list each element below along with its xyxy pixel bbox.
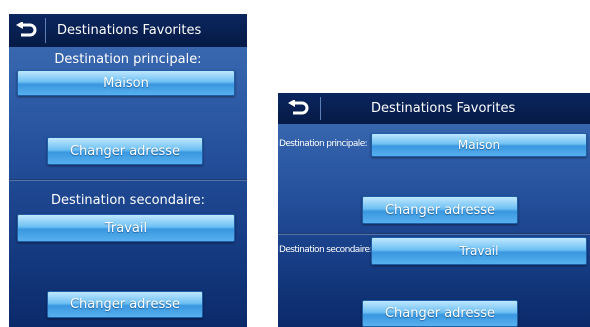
primary-destination-label: Destination principale: (279, 139, 368, 149)
primary-destination-button[interactable]: Maison (17, 70, 235, 96)
section-divider (9, 179, 247, 181)
primary-destination-button[interactable]: Maison (371, 133, 587, 157)
title-bar: Destinations Favorites (278, 93, 590, 124)
back-button[interactable] (13, 14, 39, 47)
change-address-button-1[interactable]: Changer adresse (47, 137, 203, 165)
title-bar: Destinations Favorites (9, 14, 247, 47)
title-separator (320, 97, 321, 120)
primary-destination-label: Destination principale: (54, 52, 202, 67)
back-arrow-icon (16, 21, 37, 36)
secondary-destination-label: Destination secondaire: (279, 245, 373, 255)
page-title: Destinations Favorites (371, 101, 516, 116)
right-screen: Destinations Favorites Destination princ… (278, 93, 590, 327)
secondary-destination-button[interactable]: Travail (17, 214, 235, 242)
back-button[interactable] (284, 93, 312, 124)
page-title: Destinations Favorites (57, 23, 202, 38)
back-arrow-icon (288, 99, 309, 114)
secondary-destination-label: Destination secondaire: (50, 193, 206, 208)
change-address-button-2[interactable]: Changer adresse (47, 291, 203, 318)
title-separator (45, 18, 46, 43)
section-divider (278, 233, 590, 235)
secondary-destination-button[interactable]: Travail (371, 237, 587, 265)
change-address-button-2[interactable]: Changer adresse (362, 300, 518, 327)
change-address-button-1[interactable]: Changer adresse (362, 196, 518, 224)
left-screen: Destinations Favorites Destination princ… (9, 14, 247, 327)
